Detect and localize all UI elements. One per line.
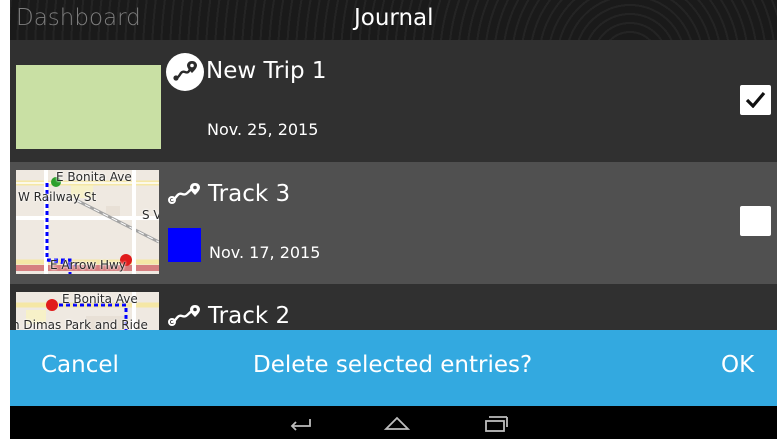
track-color-swatch — [168, 228, 201, 262]
map-label: E Bonita Ave — [56, 170, 132, 184]
entry-checkbox-checked[interactable] — [740, 85, 771, 115]
entry-date: Nov. 25, 2015 — [207, 120, 319, 139]
recents-icon[interactable] — [480, 412, 510, 434]
entry-name: Track 2 — [208, 303, 291, 329]
ok-button[interactable]: OK — [721, 352, 754, 378]
entry-name: New Trip 1 — [206, 58, 327, 84]
top-bar: Dashboard Journal — [10, 0, 777, 40]
journal-entry-row[interactable]: E Bonita Ave W Railway St S V E Arrow Hw… — [10, 162, 777, 284]
map-label: S V — [142, 208, 159, 222]
back-icon[interactable] — [286, 412, 316, 434]
map-label: E Bonita Ave — [62, 292, 138, 306]
map-thumbnail: E Bonita Ave W Railway St S V E Arrow Hw… — [16, 170, 159, 274]
entry-checkbox-unchecked[interactable] — [740, 206, 771, 236]
entry-name: Track 3 — [208, 181, 291, 207]
dashboard-tab[interactable]: Dashboard — [16, 5, 141, 31]
trip-route-icon — [166, 53, 204, 91]
delete-confirmation-bar: Cancel Delete selected entries? OK — [10, 330, 777, 406]
app-screen: Dashboard Journal New Trip 1 Nov. 25, 20… — [10, 0, 777, 439]
entry-thumbnail — [16, 65, 161, 149]
home-icon[interactable] — [382, 412, 412, 434]
journal-entry-row[interactable]: New Trip 1 Nov. 25, 2015 — [10, 40, 777, 162]
map-label: W Railway St — [18, 190, 97, 204]
entry-date: Nov. 17, 2015 — [209, 243, 321, 262]
system-navigation-bar — [10, 406, 777, 439]
page-title: Journal — [354, 5, 434, 31]
delete-prompt: Delete selected entries? — [253, 352, 533, 378]
checkmark-icon — [745, 91, 766, 108]
track-route-icon — [168, 305, 200, 326]
cancel-button[interactable]: Cancel — [41, 352, 119, 378]
track-route-icon — [168, 183, 200, 204]
map-label: E Arrow Hwy — [50, 258, 126, 272]
